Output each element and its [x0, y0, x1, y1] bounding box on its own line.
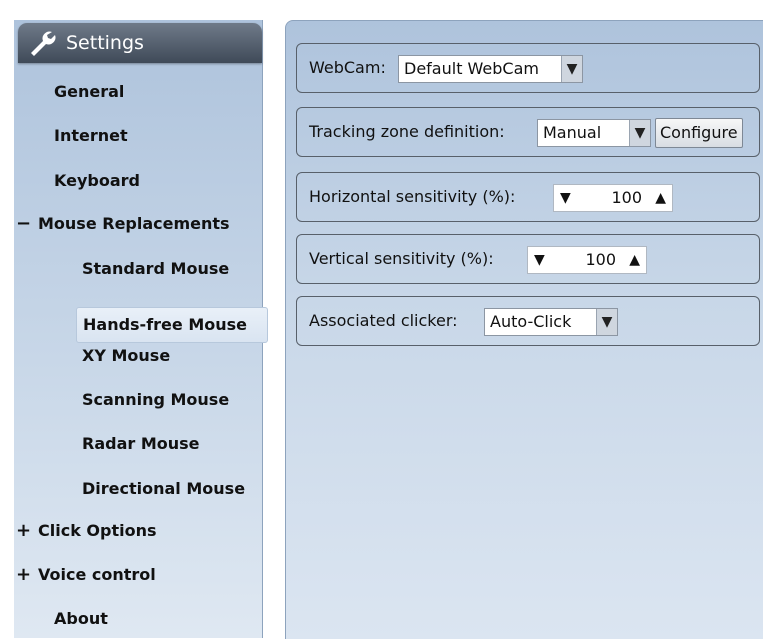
nav-item-scanning-mouse[interactable]: Scanning Mouse	[82, 390, 229, 409]
nav-item-radar-mouse[interactable]: Radar Mouse	[82, 434, 200, 453]
nav-item-hands-free-mouse[interactable]: Hands-free Mouse	[76, 307, 268, 343]
horizontal-sensitivity-value[interactable]: 100	[611, 185, 642, 211]
sidebar-title: Settings	[66, 32, 144, 54]
dropdown-arrow-icon: ▼	[561, 56, 582, 82]
nav-item-about[interactable]: About	[54, 609, 108, 628]
associated-clicker-panel: Associated clicker: Auto-Click ▼	[296, 296, 760, 346]
tracking-zone-value: Manual	[543, 123, 602, 142]
tracking-zone-panel: Tracking zone definition: Manual ▼ Confi…	[296, 107, 760, 157]
nav-group-voice-control[interactable]: + Voice control	[16, 564, 156, 585]
decrement-icon[interactable]: ▼	[534, 247, 545, 273]
vertical-sensitivity-panel: Vertical sensitivity (%): ▼ 100 ▲	[296, 234, 760, 284]
horizontal-sensitivity-label: Horizontal sensitivity (%):	[309, 187, 516, 206]
nav-item-keyboard[interactable]: Keyboard	[54, 171, 140, 190]
vertical-sensitivity-stepper[interactable]: ▼ 100 ▲	[527, 246, 647, 274]
vertical-sensitivity-label: Vertical sensitivity (%):	[309, 249, 494, 268]
increment-icon[interactable]: ▲	[655, 185, 666, 211]
settings-content: WebCam: Default WebCam ▼ Tracking zone d…	[285, 20, 763, 639]
collapse-icon: −	[16, 213, 32, 234]
expand-icon: +	[16, 520, 32, 541]
nav-group-label: Click Options	[38, 521, 157, 540]
horizontal-sensitivity-stepper[interactable]: ▼ 100 ▲	[553, 184, 673, 212]
associated-clicker-label: Associated clicker:	[309, 311, 458, 330]
nav-item-general[interactable]: General	[54, 82, 124, 101]
nav-item-internet[interactable]: Internet	[54, 126, 128, 145]
nav-group-click-options[interactable]: + Click Options	[16, 520, 157, 541]
nav-item-directional-mouse[interactable]: Directional Mouse	[82, 479, 245, 498]
webcam-select[interactable]: Default WebCam ▼	[398, 55, 583, 83]
nav-group-mouse-replacements[interactable]: − Mouse Replacements	[16, 213, 230, 234]
vertical-sensitivity-value[interactable]: 100	[585, 247, 616, 273]
dropdown-arrow-icon: ▼	[596, 309, 617, 335]
webcam-label: WebCam:	[309, 58, 386, 77]
decrement-icon[interactable]: ▼	[560, 185, 571, 211]
associated-clicker-value: Auto-Click	[490, 312, 572, 331]
settings-sidebar: Settings General Internet Keyboard − Mous…	[14, 20, 268, 638]
tracking-zone-label: Tracking zone definition:	[309, 122, 505, 141]
increment-icon[interactable]: ▲	[629, 247, 640, 273]
nav-group-label: Mouse Replacements	[38, 214, 230, 233]
wrench-icon	[31, 31, 56, 56]
sidebar-header: Settings	[18, 23, 262, 63]
nav-item-xy-mouse[interactable]: XY Mouse	[82, 346, 170, 365]
nav-group-label: Voice control	[38, 565, 156, 584]
nav-item-standard-mouse[interactable]: Standard Mouse	[82, 259, 229, 278]
dropdown-arrow-icon: ▼	[629, 120, 650, 146]
configure-button[interactable]: Configure	[655, 118, 743, 148]
associated-clicker-select[interactable]: Auto-Click ▼	[484, 308, 618, 336]
expand-icon: +	[16, 564, 32, 585]
horizontal-sensitivity-panel: Horizontal sensitivity (%): ▼ 100 ▲	[296, 172, 760, 222]
webcam-value: Default WebCam	[404, 59, 539, 78]
webcam-panel: WebCam: Default WebCam ▼	[296, 43, 760, 93]
tracking-zone-select[interactable]: Manual ▼	[537, 119, 651, 147]
